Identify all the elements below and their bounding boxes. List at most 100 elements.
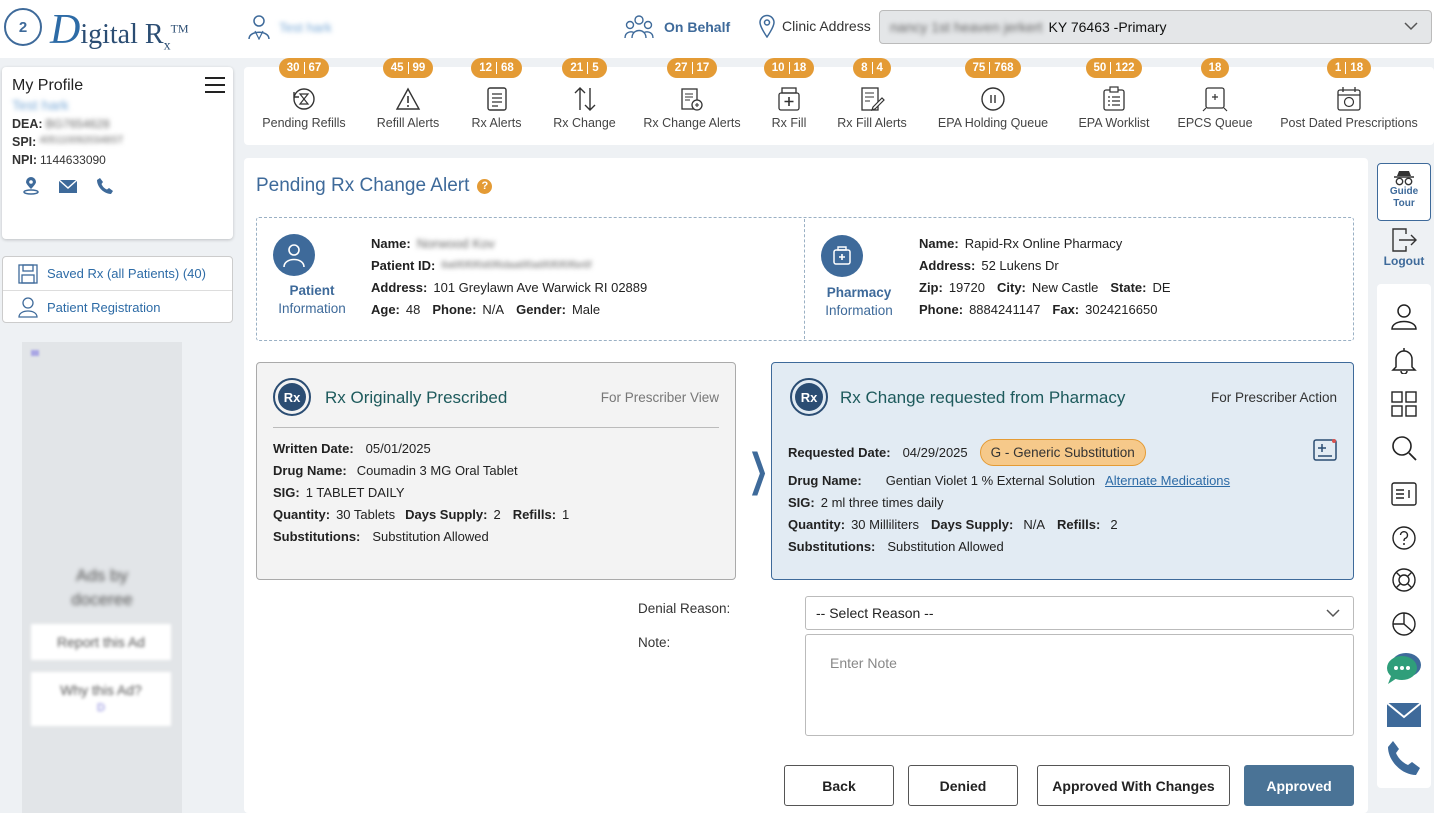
nav-rx-alerts[interactable]: 12 68 Rx Alerts: [464, 58, 529, 145]
email-icon[interactable]: [58, 177, 78, 195]
sidebar-item-saved-rx[interactable]: Saved Rx (all Patients) (40): [3, 257, 232, 290]
pharmacy-label: Pharmacy: [826, 285, 892, 300]
why-ad-label: Why this Ad?: [60, 682, 142, 698]
dea-label: DEA:: [12, 117, 43, 131]
nav-epa-worklist[interactable]: 50 122 EPA Worklist: [1074, 58, 1154, 145]
logout-icon: [1392, 228, 1417, 252]
refill-clock-icon: [293, 88, 315, 110]
edit-prescription-icon[interactable]: [1313, 438, 1337, 465]
clinic-address-select[interactable]: nancy 1st heaven jerkert KY 76463 -Prima…: [879, 10, 1432, 44]
badge: 10 18: [763, 58, 815, 78]
sidebar-links: Saved Rx (all Patients) (40) Patient Reg…: [2, 256, 233, 323]
substitutions-label: Substitutions:: [788, 539, 876, 554]
logo[interactable]: Digital Rx TM: [50, 6, 189, 55]
location-pin-icon: [759, 14, 775, 38]
approved-button[interactable]: Approved: [1244, 765, 1354, 806]
nav-rx-fill-alerts[interactable]: 84 Rx Fill Alerts: [834, 58, 910, 145]
clinic-address-blurred: nancy 1st heaven jerkert: [890, 19, 1043, 35]
help-icon[interactable]: ?: [477, 178, 493, 194]
right-toolbar: [1377, 284, 1431, 788]
rx-change-sub: For Prescriber Action: [1210, 390, 1337, 405]
why-ad-button[interactable]: Why this Ad? D: [31, 672, 171, 726]
guide-tour-button[interactable]: Guide Tour: [1377, 163, 1431, 221]
badge: 1 18: [1326, 58, 1372, 78]
mail-icon[interactable]: [1386, 702, 1422, 728]
back-button[interactable]: Back: [784, 765, 894, 806]
information-label: Information: [825, 303, 893, 318]
user-profile-icon[interactable]: [1390, 302, 1418, 330]
logout-button[interactable]: Logout: [1377, 226, 1431, 276]
help-circle-icon[interactable]: [1390, 524, 1418, 552]
nav-post-dated-prescriptions[interactable]: 1 18 Post Dated Prescriptions: [1280, 58, 1418, 145]
rx-original-title: Rx Originally Prescribed: [325, 388, 508, 407]
header-user-name: Test hark: [279, 19, 332, 35]
user-icon: [18, 297, 38, 318]
written-date-label: Written Date:: [273, 441, 354, 456]
denied-button[interactable]: Denied: [908, 765, 1018, 806]
denial-reason-label: Denial Reason:: [638, 601, 731, 616]
report-ad-button[interactable]: Report this Ad: [31, 624, 171, 660]
approved-with-changes-button[interactable]: Approved With Changes: [1037, 765, 1230, 806]
nav-epcs-queue[interactable]: 18 EPCS Queue: [1177, 58, 1253, 145]
nav-label: Rx Fill: [771, 116, 807, 130]
on-behalf-button[interactable]: On Behalf: [624, 14, 730, 40]
sig-label: SIG:: [273, 485, 300, 500]
nav-pending-refills[interactable]: 30 67 Pending Refills: [259, 58, 349, 145]
patient-info-label: Patient Information: [262, 282, 362, 318]
nav-rx-change-alerts[interactable]: 27 17 Rx Change Alerts: [642, 58, 742, 145]
lifebuoy-support-icon[interactable]: [1390, 566, 1418, 594]
rx-change-doc-icon: [681, 88, 703, 111]
alternate-medications-link[interactable]: Alternate Medications: [1105, 473, 1230, 488]
bell-icon[interactable]: [1390, 346, 1418, 374]
patient-id: 8a6f0f0f0d0f6daa6f0a6f0f0f0f6e6f: [441, 260, 592, 271]
hamburger-menu-icon[interactable]: [205, 77, 225, 93]
header-user[interactable]: Test hark: [247, 14, 332, 40]
substitutions: Substitution Allowed: [887, 539, 1004, 554]
profile-title: My Profile: [12, 77, 84, 94]
patient-details: Name: Norwood Kov Patient ID: 8a6f0f0f0d0f…: [371, 236, 647, 317]
sidebar-item-patient-registration[interactable]: Patient Registration: [3, 290, 232, 323]
nav-epa-holding-queue[interactable]: 75 768 EPA Holding Queue: [934, 58, 1052, 145]
patient-phone-label: Phone:: [432, 302, 477, 317]
pharmacy-address: 52 Lukens Dr: [981, 258, 1059, 273]
swap-arrows-icon: [574, 87, 595, 111]
written-date: 05/01/2025: [365, 441, 431, 456]
chevron-down-icon: [1326, 609, 1340, 618]
ad-panel: Ads by doceree Report this Ad Why this Ad…: [22, 342, 182, 813]
phone-call-icon[interactable]: [1386, 739, 1424, 777]
refills: 1: [562, 507, 570, 522]
nav-rx-change[interactable]: 21 5 Rx Change: [547, 58, 622, 145]
nav-rx-fill[interactable]: 10 18 Rx Fill: [763, 58, 815, 145]
nav-refill-alerts[interactable]: 45 99 Refill Alerts: [368, 58, 448, 145]
requested-date: 04/29/2025: [902, 445, 968, 460]
sig: 1 TABLET DAILY: [305, 485, 405, 500]
dashboard-grid-icon[interactable]: [1390, 390, 1418, 418]
nav-label: EPA Worklist: [1078, 116, 1150, 130]
patient-id-label: Patient ID:: [371, 258, 436, 273]
pharmacy-name-label: Name:: [919, 236, 959, 251]
pharmacy-phone: 8884241147: [969, 302, 1041, 317]
spi-label: SPI:: [12, 135, 37, 149]
profile-name: Test hark: [12, 97, 69, 113]
npi-label: NPI:: [12, 153, 37, 167]
pie-chart-icon[interactable]: [1390, 610, 1418, 638]
phone-icon[interactable]: [96, 177, 114, 195]
quantity: 30 Tablets: [336, 507, 396, 522]
badge: 30 67: [278, 58, 330, 78]
logo-mark: 2: [4, 8, 42, 46]
ad-icon: [31, 350, 39, 356]
ad-title-1: Ads by: [76, 566, 128, 585]
pharmacy-details: Name: Rapid-Rx Online Pharmacy Address: 52…: [919, 236, 1171, 317]
rx-original-card: Rx Rx Originally Prescribed For Prescrib…: [256, 362, 736, 580]
save-disk-icon: [18, 263, 38, 284]
pharmacy-zip: 19720: [948, 280, 985, 295]
epcs-tablet-icon: [1202, 87, 1228, 112]
denial-reason-select[interactable]: -- Select Reason --: [805, 596, 1354, 630]
chat-icon[interactable]: [1385, 650, 1423, 686]
location-icon[interactable]: [22, 177, 40, 195]
notes-list-icon[interactable]: [1390, 480, 1418, 508]
note-textarea[interactable]: Enter Note: [805, 634, 1354, 736]
change-type-pill: G - Generic Substitution: [979, 439, 1146, 466]
substitutions: Substitution Allowed: [372, 529, 489, 544]
search-icon[interactable]: [1390, 434, 1418, 462]
